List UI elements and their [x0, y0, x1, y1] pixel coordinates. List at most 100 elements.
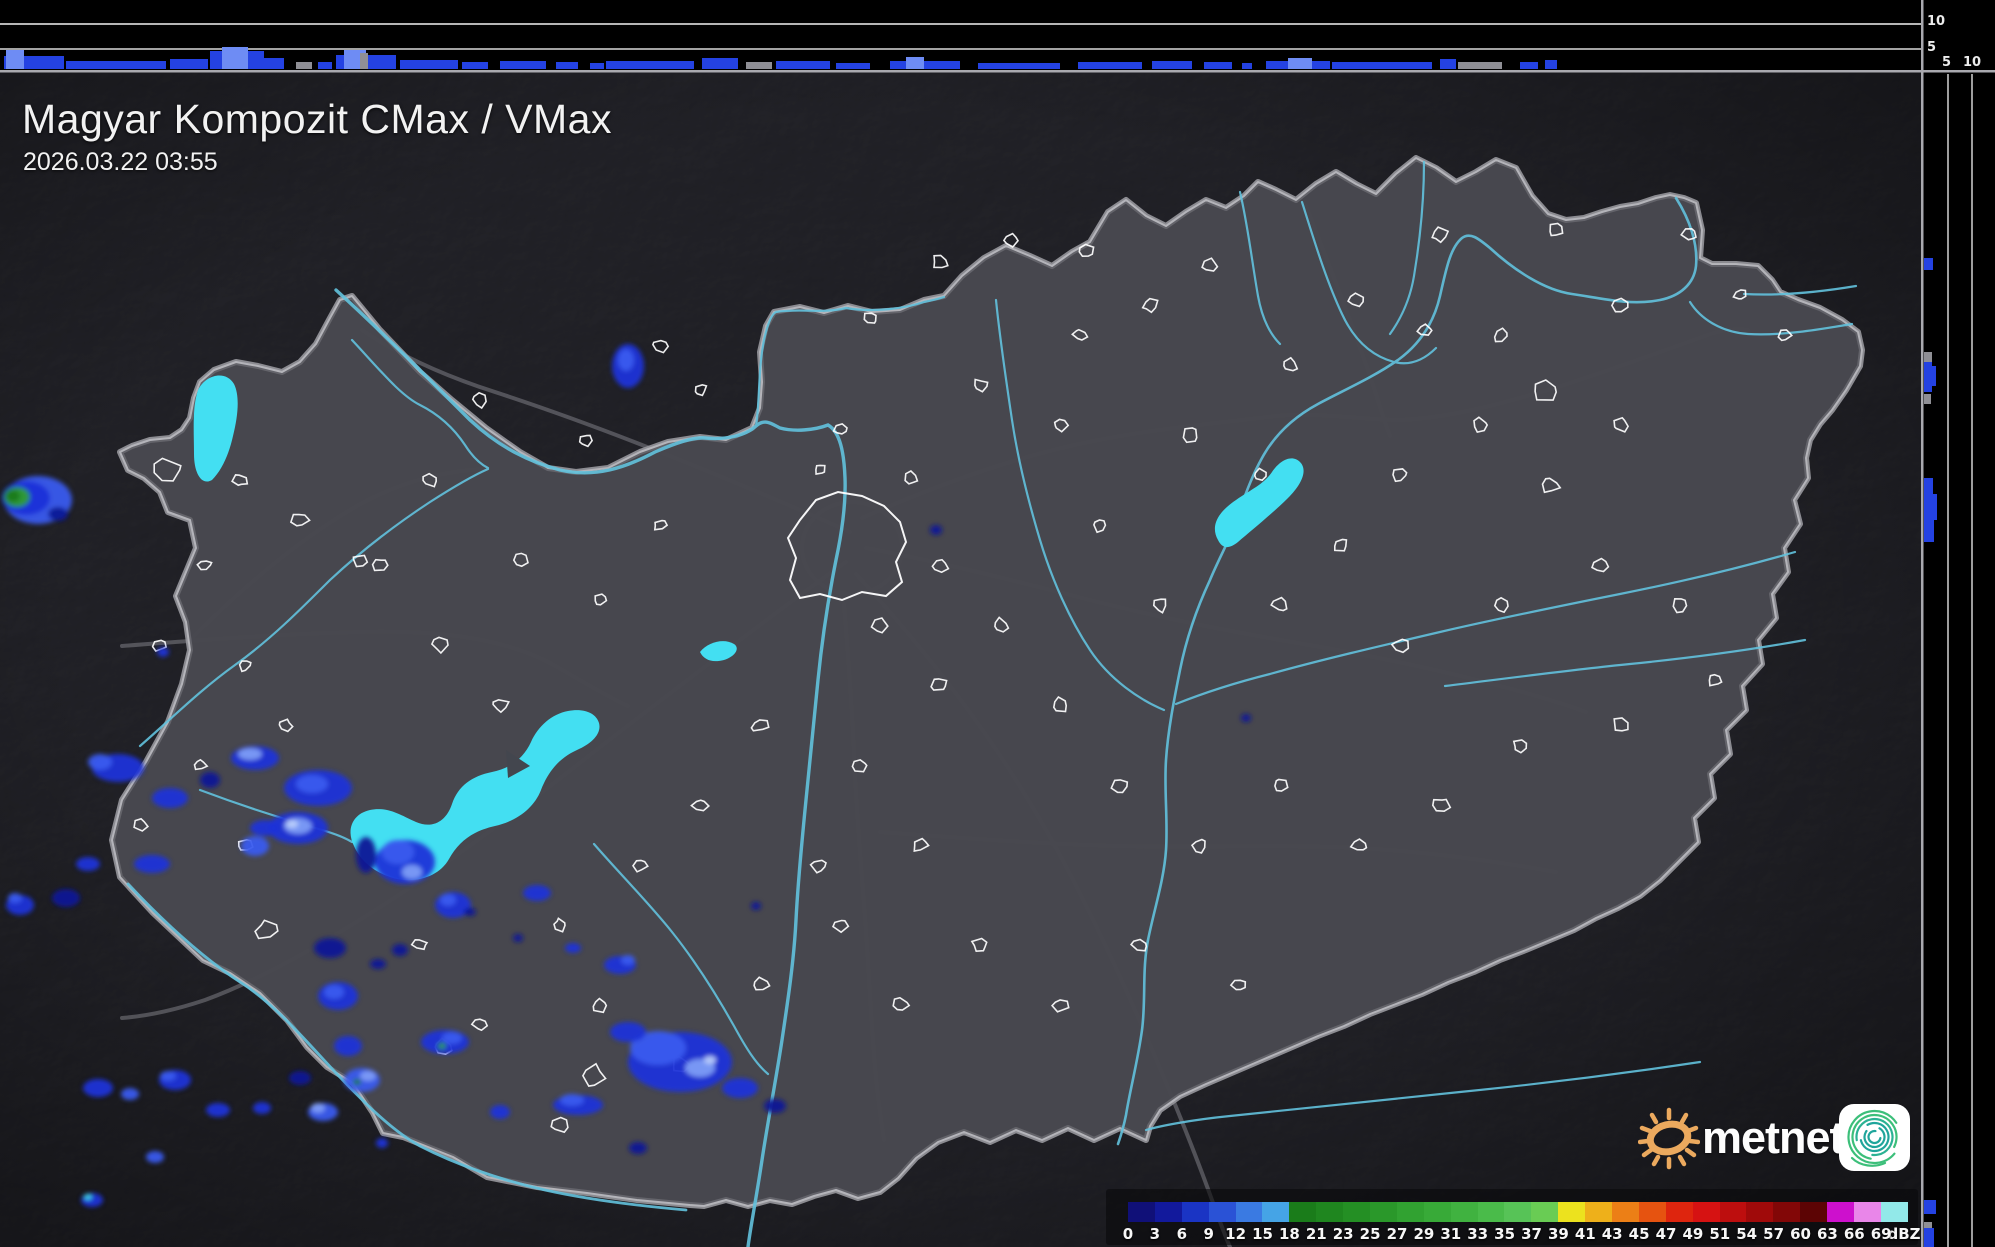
radar-echo: [289, 1071, 311, 1085]
legend-tick: 23: [1332, 1225, 1354, 1243]
radar-echo: [382, 840, 414, 864]
legend-tick: 3: [1149, 1225, 1161, 1243]
legend-cell: [1746, 1202, 1774, 1222]
right-profile-bar: [1924, 1228, 1934, 1247]
legend-cell: [1585, 1202, 1613, 1222]
top-profile-bar: [318, 62, 332, 69]
top-profile-bar: [1242, 63, 1252, 69]
legend-tick: 12: [1225, 1225, 1247, 1243]
legend-cell: [1612, 1202, 1639, 1222]
top-profile-bar: [1288, 58, 1312, 69]
metnet-logo[interactable]: metnet: [1638, 1098, 1923, 1180]
top-profile-bar: [836, 63, 870, 69]
top-profile-bar: [890, 61, 960, 69]
top-profile-strip: [0, 0, 1921, 71]
radar-echo: [610, 1022, 646, 1042]
legend-tick: 39: [1547, 1225, 1569, 1243]
right-profile-bar: [1924, 1200, 1936, 1214]
legend-tick: 25: [1359, 1225, 1381, 1243]
legend-tick: 35: [1494, 1225, 1516, 1243]
legend-tick: 60: [1790, 1225, 1811, 1243]
legend-tick: 31: [1440, 1225, 1462, 1243]
right-axis-label-5km: 5: [1942, 55, 1952, 70]
legend-tick: 37: [1521, 1225, 1542, 1243]
legend-cell: [1854, 1202, 1881, 1222]
top-profile-bar: [360, 53, 368, 69]
top-profile-bar: [400, 60, 458, 69]
sun-icon: [1638, 1107, 1700, 1170]
frame-line-horizontal: [0, 70, 1995, 73]
radar-echo: [392, 944, 408, 956]
legend-cell: [1719, 1202, 1747, 1222]
radar-echo: [334, 1036, 362, 1056]
radar-echo: [200, 772, 220, 788]
dbz-colorbar: [1128, 1202, 1908, 1222]
radar-echo: [490, 1105, 510, 1119]
legend-cell: [1316, 1202, 1344, 1222]
legend-tick: 18: [1278, 1225, 1300, 1243]
radar-echo: [751, 902, 761, 910]
legend-tick: 43: [1601, 1225, 1623, 1243]
radar-echo: [629, 1142, 647, 1154]
top-profile-bar: [296, 62, 312, 69]
legend-cell: [1450, 1202, 1478, 1222]
legend-cell: [1773, 1202, 1801, 1222]
radar-echo: [376, 1138, 388, 1148]
top-profile-bar: [1545, 60, 1557, 69]
top-axis-label-10km: 10: [1927, 14, 1946, 29]
radar-echo: [48, 507, 68, 521]
legend-cell: [1531, 1202, 1559, 1222]
legend-cell: [1235, 1202, 1263, 1222]
top-profile-bar: [1520, 62, 1538, 69]
radar-echo: [8, 893, 22, 903]
radar-echo: [353, 1079, 361, 1085]
legend-tick: 54: [1736, 1225, 1758, 1243]
top-profile-bar: [702, 58, 738, 69]
legend-cell: [1423, 1202, 1451, 1222]
legend-cell: [1477, 1202, 1505, 1222]
top-profile-bar: [606, 61, 694, 69]
legend-cell: [1289, 1202, 1317, 1222]
right-profile-strip: [1923, 0, 1995, 1247]
legend-cell: [1154, 1202, 1182, 1222]
top-profile-bar: [1204, 62, 1232, 69]
hungary-radar-map: [0, 0, 1995, 1247]
top-axis-label-5km: 5: [1927, 40, 1937, 55]
legend-tick: 6: [1176, 1225, 1188, 1243]
radar-echo: [440, 894, 456, 906]
legend-cell: [1880, 1202, 1908, 1222]
radar-echo: [560, 1094, 584, 1106]
legend-tick: 21: [1305, 1225, 1327, 1243]
radar-echo: [146, 1151, 164, 1163]
radar-echo: [253, 1102, 271, 1114]
radar-echo: [241, 836, 269, 856]
frame-line-vertical: [1921, 0, 1924, 1247]
top-profile-bar: [462, 62, 488, 69]
radar-echo: [81, 1193, 103, 1207]
metnet-app-icon: [1839, 1104, 1910, 1171]
right-profile-bar: [1924, 514, 1934, 542]
right-profile-bar: [1924, 478, 1933, 496]
radar-echo: [621, 955, 635, 965]
top-profile-bar: [66, 61, 166, 69]
legend-tick: 63: [1816, 1225, 1838, 1243]
right-axis-label-10km: 10: [1963, 55, 1982, 70]
legend-tick: 57: [1763, 1225, 1785, 1243]
top-profile-bar: [222, 47, 248, 69]
legend-cell: [1370, 1202, 1397, 1222]
legend-tick: 41: [1574, 1225, 1596, 1243]
radar-echo: [157, 647, 169, 657]
radar-echo: [1241, 714, 1251, 722]
legend-cell: [1504, 1202, 1532, 1222]
radar-echo: [513, 934, 523, 942]
radar-echo: [152, 788, 188, 808]
radar-echo: [134, 855, 170, 873]
radar-echo: [930, 525, 942, 535]
radar-echo: [438, 1043, 446, 1049]
legend-tick: 66: [1843, 1225, 1865, 1243]
legend-cell: [1692, 1202, 1720, 1222]
top-profile-bar: [590, 63, 604, 69]
top-profile-bar: [1152, 61, 1192, 69]
legend-cell: [1800, 1202, 1828, 1222]
legend-cell: [1558, 1202, 1586, 1222]
